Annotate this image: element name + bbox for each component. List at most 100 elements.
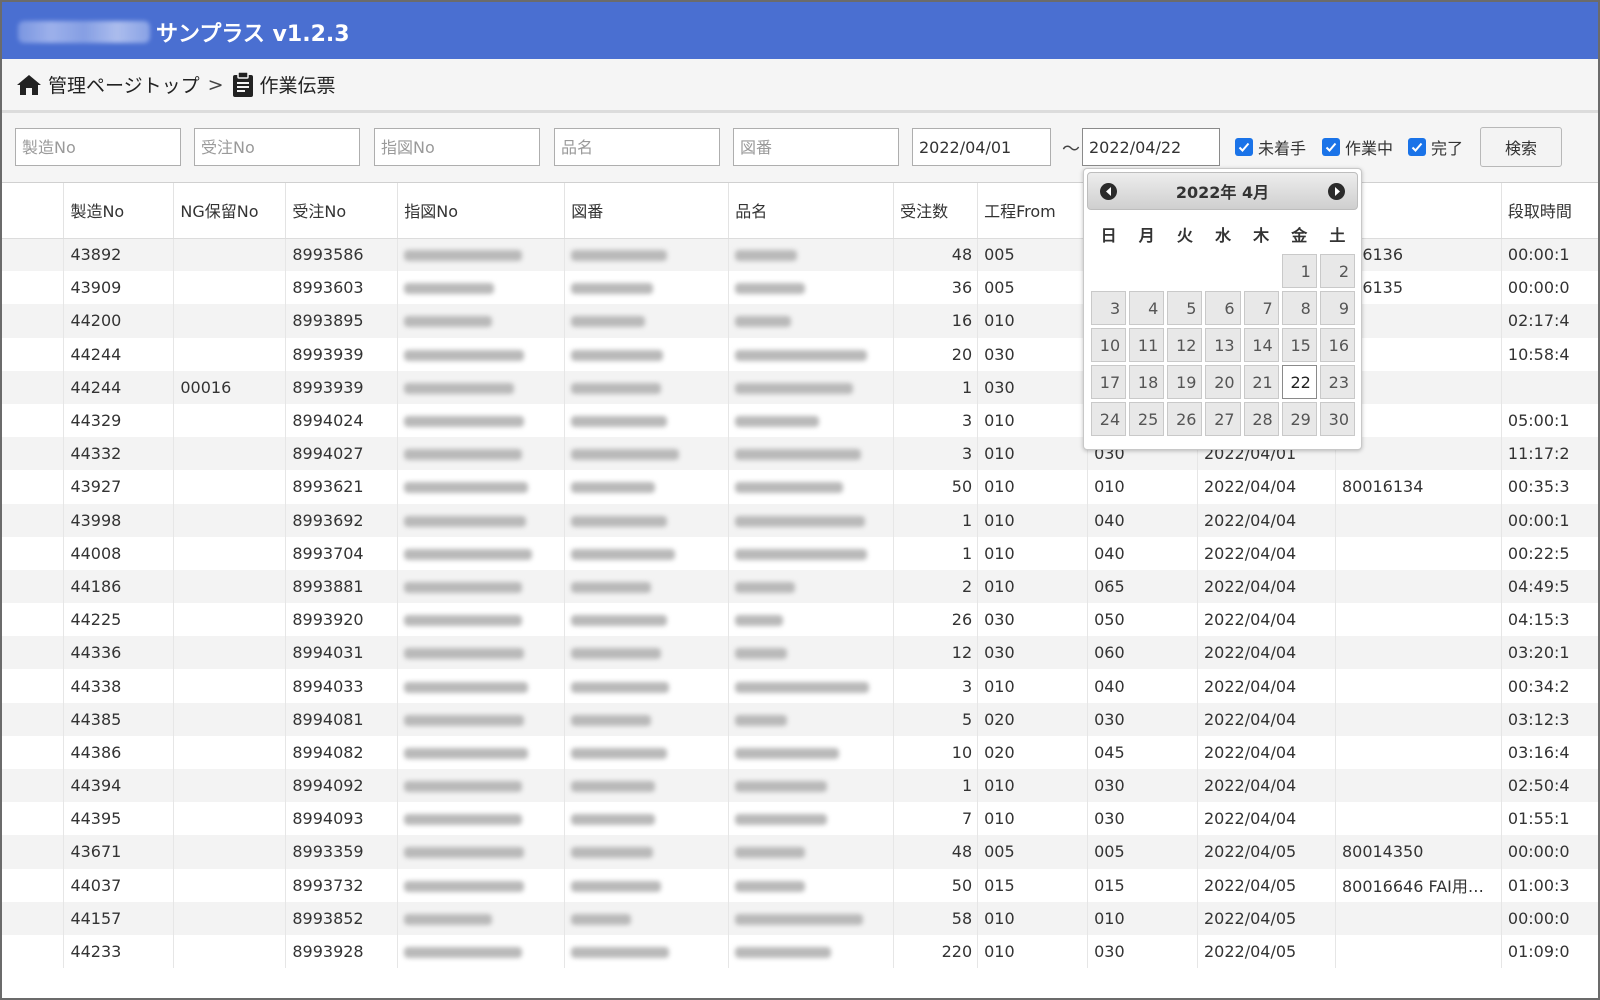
- prev-month-icon[interactable]: [1100, 183, 1117, 200]
- date-from-input[interactable]: [912, 128, 1051, 166]
- table-row[interactable]: 44008 8993704 1 010 040 2022/04/04 00:22:5: [2, 536, 1598, 570]
- table-row[interactable]: 44386 8994082 10 020 045 2022/04/04 03:16:4: [2, 735, 1598, 769]
- datepicker-day[interactable]: 6: [1205, 291, 1241, 325]
- juchu-no-input[interactable]: [194, 128, 360, 166]
- datepicker-day[interactable]: 21: [1243, 365, 1279, 399]
- datepicker-day[interactable]: 24: [1091, 402, 1127, 436]
- column-header[interactable]: NG保留No: [173, 183, 287, 239]
- seizo-no-input[interactable]: [15, 128, 181, 166]
- column-header[interactable]: [2, 183, 65, 239]
- app-title: サンプラス v1.2.3: [156, 22, 350, 47]
- table-row[interactable]: 44225 8993920 26 030 050 2022/04/04 04:15:3: [2, 603, 1598, 637]
- table-cell: 2022/04/04: [1197, 669, 1336, 703]
- table-row[interactable]: 44186 8993881 2 010 065 2022/04/04 04:49:5: [2, 569, 1598, 604]
- datepicker-day[interactable]: 30: [1319, 402, 1355, 436]
- table-row[interactable]: 44233 8993928 220 010 030 2022/04/05 01:09:0: [2, 934, 1598, 969]
- not-started-checkbox[interactable]: 未着手: [1235, 135, 1306, 159]
- datepicker-day[interactable]: 8: [1281, 291, 1317, 325]
- datepicker-day[interactable]: 10: [1091, 328, 1127, 362]
- table-row[interactable]: 44037 8993732 50 015 015 2022/04/05 80016646 F…: [2, 868, 1598, 902]
- redacted-text: [735, 349, 868, 361]
- table-cell: 030: [1087, 934, 1198, 969]
- breadcrumb-home-link[interactable]: 管理ページトップ: [48, 71, 200, 98]
- date-to-input[interactable]: [1082, 128, 1220, 166]
- datepicker-day[interactable]: 16: [1319, 328, 1355, 362]
- table-row[interactable]: 44395 8994093 7 010 030 2022/04/04 01:55:1: [2, 802, 1598, 836]
- datepicker-day[interactable]: 15: [1281, 328, 1317, 362]
- datepicker-day[interactable]: 14: [1243, 328, 1279, 362]
- datepicker-day[interactable]: 1: [1281, 254, 1317, 288]
- column-header[interactable]: 段取時間: [1501, 183, 1598, 239]
- table-cell: 030: [1087, 769, 1198, 803]
- table-row[interactable]: 44336 8994031 12 030 060 2022/04/04 03:20:1: [2, 636, 1598, 670]
- datepicker-day[interactable]: 12: [1167, 328, 1203, 362]
- table-row[interactable]: 44338 8994033 3 010 040 2022/04/04 00:34:2: [2, 669, 1598, 703]
- datepicker-day[interactable]: 3: [1091, 291, 1127, 325]
- redacted-cell: [397, 669, 566, 703]
- datepicker-day[interactable]: 22: [1281, 365, 1317, 399]
- table-cell: [1335, 536, 1502, 570]
- column-header[interactable]: 品名: [728, 183, 895, 239]
- table-cell: [173, 901, 287, 935]
- datepicker-day[interactable]: 17: [1091, 365, 1127, 399]
- datepicker-day[interactable]: 28: [1243, 402, 1279, 436]
- datepicker-day[interactable]: 7: [1243, 291, 1279, 325]
- redacted-text: [404, 416, 525, 428]
- table-row[interactable]: 43998 8993692 1 010 040 2022/04/04 00:00:1: [2, 503, 1598, 537]
- shizu-no-input[interactable]: [374, 128, 540, 166]
- table-row[interactable]: 43927 8993621 50 010 010 2022/04/04 80016134 00…: [2, 470, 1598, 504]
- done-checkbox[interactable]: 完了: [1408, 135, 1463, 159]
- table-cell: 8994031: [285, 636, 399, 670]
- table-cell: 03:16:4: [1501, 735, 1598, 769]
- table-row[interactable]: 44385 8994081 5 020 030 2022/04/04 03:12:3: [2, 702, 1598, 736]
- datepicker-day[interactable]: 26: [1167, 402, 1203, 436]
- datepicker-day[interactable]: 23: [1319, 365, 1355, 399]
- datepicker-day[interactable]: 4: [1129, 291, 1165, 325]
- redacted-text: [735, 880, 806, 892]
- table-row[interactable]: 43671 8993359 48 005 005 2022/04/05 80014350 00…: [2, 835, 1598, 869]
- table-cell: 1: [893, 370, 979, 404]
- column-header[interactable]: 指図No: [397, 183, 566, 239]
- datepicker-day[interactable]: 18: [1129, 365, 1165, 399]
- column-header[interactable]: 受注No: [285, 183, 399, 239]
- datepicker-day[interactable]: 9: [1319, 291, 1355, 325]
- datepicker-week: 17 18 19 20 21 22 23: [1091, 365, 1355, 399]
- datepicker-day[interactable]: 11: [1129, 328, 1165, 362]
- column-header[interactable]: 図番: [564, 183, 730, 239]
- table-cell: 045: [1087, 735, 1198, 769]
- redacted-cell: [728, 603, 895, 637]
- column-header[interactable]: 工程From: [977, 183, 1089, 239]
- column-header[interactable]: 受注数: [893, 183, 979, 239]
- table-cell: [173, 603, 287, 637]
- search-button[interactable]: 検索: [1480, 127, 1562, 167]
- datepicker-day[interactable]: 20: [1205, 365, 1241, 399]
- table-cell: 010: [1087, 901, 1198, 935]
- table-cell: 010: [977, 569, 1089, 604]
- hinmei-input[interactable]: [554, 128, 720, 166]
- datepicker-day[interactable]: 25: [1129, 402, 1165, 436]
- table-cell: 00:00:1: [1501, 503, 1598, 537]
- table-row[interactable]: 44157 8993852 58 010 010 2022/04/05 00:00:0: [2, 901, 1598, 935]
- datepicker-day[interactable]: 27: [1205, 402, 1241, 436]
- column-header[interactable]: 製造No: [63, 183, 175, 239]
- datepicker-day[interactable]: 5: [1167, 291, 1203, 325]
- datepicker-day[interactable]: 13: [1205, 328, 1241, 362]
- redacted-text: [571, 847, 654, 859]
- redacted-text: [571, 814, 656, 826]
- table-row[interactable]: 44394 8994092 1 010 030 2022/04/04 02:50:4: [2, 769, 1598, 803]
- table-cell: 01:55:1: [1501, 802, 1598, 836]
- datepicker-day[interactable]: 19: [1167, 365, 1203, 399]
- in-progress-checkbox[interactable]: 作業中: [1322, 135, 1393, 159]
- redacted-text: [571, 947, 670, 959]
- datepicker-day[interactable]: 2: [1319, 254, 1355, 288]
- datepicker-day[interactable]: 29: [1281, 402, 1317, 436]
- table-cell: 10:58:4: [1501, 337, 1598, 371]
- table-cell: [173, 835, 287, 869]
- table-cell: [173, 702, 287, 736]
- table-cell: [2, 370, 65, 404]
- next-month-icon[interactable]: [1328, 183, 1345, 200]
- table-cell: 26: [893, 603, 979, 637]
- zuban-input[interactable]: [733, 128, 899, 166]
- redacted-text: [404, 714, 525, 726]
- table-cell: [2, 769, 65, 803]
